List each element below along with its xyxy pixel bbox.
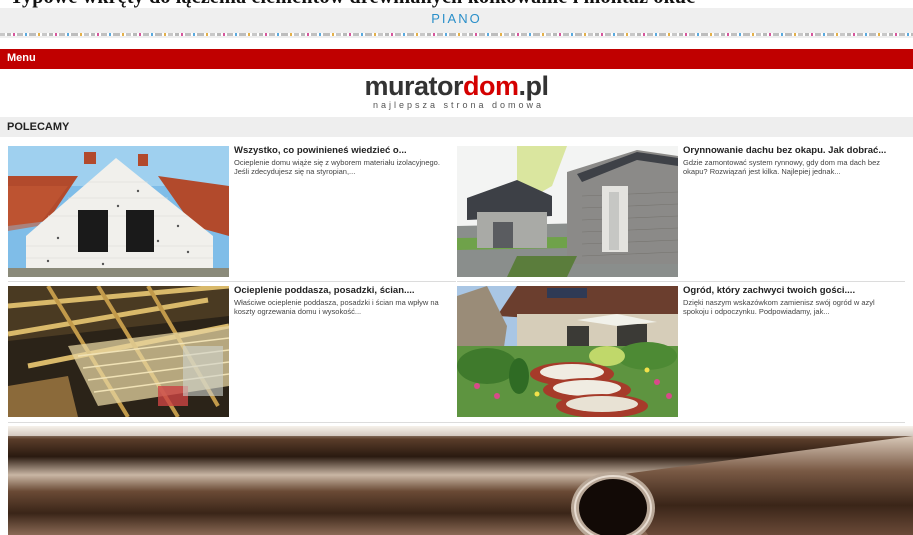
article-text: Wszystko, co powinieneś wiedzieć o... Oc… xyxy=(234,145,452,177)
piano-stripe xyxy=(0,33,913,36)
divider xyxy=(8,422,905,423)
cut-off-heading: Typowe wkręty do łączenia elementów drew… xyxy=(0,0,913,8)
divider xyxy=(457,281,905,282)
site-logo[interactable]: muratordom.pl najlepsza strona domowa xyxy=(0,72,913,110)
article-description: Ocieplenie domu wiąże się z wyborem mate… xyxy=(234,157,440,177)
piano-bar: PIANO xyxy=(0,8,913,38)
article-thumbnail[interactable] xyxy=(8,286,229,417)
attic-insulation-image xyxy=(8,286,229,417)
section-header: POLECAMY xyxy=(0,117,913,137)
gutter-house-image xyxy=(457,146,678,277)
pipe-banner-image xyxy=(8,426,913,535)
cut-off-heading-text: Typowe wkręty do łączenia elementów drew… xyxy=(10,0,695,8)
article-thumbnail[interactable] xyxy=(457,146,678,277)
garden-image xyxy=(457,286,678,417)
article-card[interactable]: Ogród, który zachwyci twoich gości.... D… xyxy=(457,285,905,420)
logo-wordmark[interactable]: muratordom.pl xyxy=(0,72,913,100)
article-title[interactable]: Ocieplenie poddasza, posadzki, ścian.... xyxy=(234,285,452,297)
divider xyxy=(8,281,456,282)
article-thumbnail[interactable] xyxy=(8,146,229,277)
article-text: Ocieplenie poddasza, posadzki, ścian....… xyxy=(234,285,452,317)
logo-tagline: najlepsza strona domowa xyxy=(372,100,545,110)
article-card[interactable]: Wszystko, co powinieneś wiedzieć o... Oc… xyxy=(8,145,456,280)
logo-part-murator: murator xyxy=(364,71,463,101)
menu-bar[interactable]: Menu xyxy=(0,49,913,69)
article-card[interactable]: Orynnowanie dachu bez okapu. Jak dobrać.… xyxy=(457,145,905,280)
article-title[interactable]: Orynnowanie dachu bez okapu. Jak dobrać.… xyxy=(683,145,901,157)
article-title[interactable]: Ogród, który zachwyci twoich gości.... xyxy=(683,285,901,297)
article-title[interactable]: Wszystko, co powinieneś wiedzieć o... xyxy=(234,145,452,157)
ad-banner[interactable] xyxy=(8,426,913,535)
article-card[interactable]: Ocieplenie poddasza, posadzki, ścian....… xyxy=(8,285,456,420)
menu-label[interactable]: Menu xyxy=(7,52,36,64)
article-description: Dzięki naszym wskazówkom zamienisz swój … xyxy=(683,297,875,317)
article-description: Gdzie zamontować system rynnowy, gdy dom… xyxy=(683,157,881,177)
logo-part-dom: dom xyxy=(463,71,519,101)
article-thumbnail[interactable] xyxy=(457,286,678,417)
section-title: POLECAMY xyxy=(7,121,70,133)
piano-label: PIANO xyxy=(431,11,482,26)
article-text: Ogród, który zachwyci twoich gości.... D… xyxy=(683,285,901,317)
logo-part-pl: .pl xyxy=(518,71,550,101)
article-text: Orynnowanie dachu bez okapu. Jak dobrać.… xyxy=(683,145,901,177)
article-description: Właściwe ocieplenie poddasza, posadzki i… xyxy=(234,297,439,317)
house-insulation-image xyxy=(8,146,229,277)
